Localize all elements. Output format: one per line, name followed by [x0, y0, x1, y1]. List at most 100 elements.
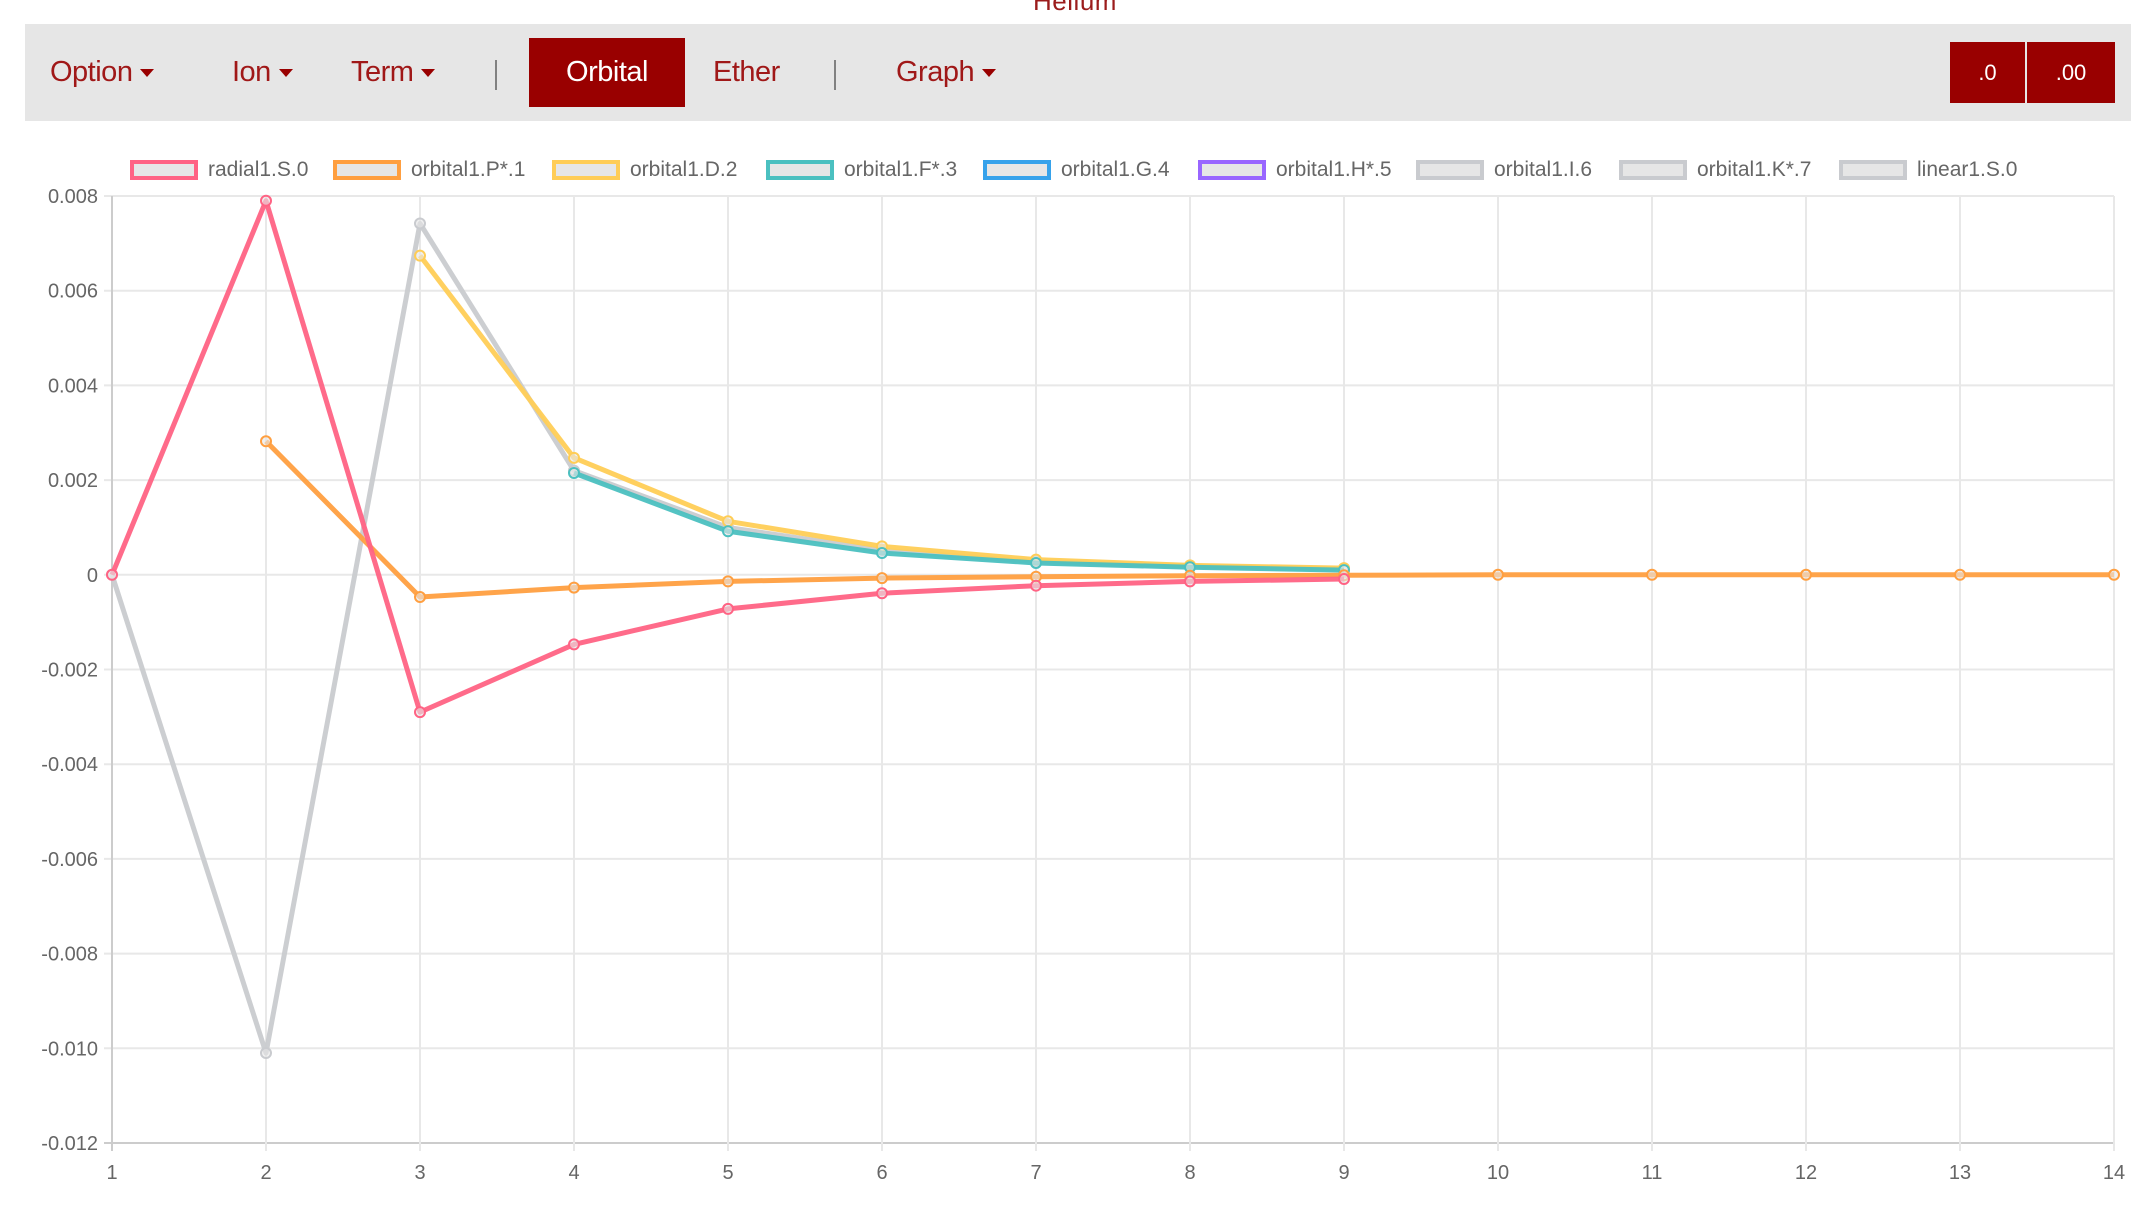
- nav-term-dropdown[interactable]: Term: [351, 38, 436, 107]
- x-tick-label: 5: [722, 1162, 733, 1184]
- legend-swatch: [766, 160, 834, 180]
- y-tick-label: -0.002: [41, 660, 98, 682]
- y-tick-label: 0: [87, 565, 98, 587]
- legend-swatch: [1619, 160, 1687, 180]
- legend-swatch: [552, 160, 620, 180]
- y-tick-label: -0.012: [41, 1133, 98, 1155]
- series-orbital1-d-2: [414, 249, 1350, 575]
- x-tick-label: 13: [1949, 1162, 1971, 1184]
- x-tick-label: 11: [1642, 1162, 1663, 1184]
- series-line: [418, 254, 1345, 571]
- y-tick-label: 0.008: [48, 186, 98, 208]
- series-lines: [106, 194, 2120, 1060]
- data-point: [568, 464, 580, 477]
- data-point: [1030, 579, 1042, 592]
- legend-label: orbital1.P*.1: [411, 158, 526, 181]
- legend-swatch: [1198, 160, 1266, 180]
- data-point: [414, 591, 426, 604]
- x-tick-label: 14: [2103, 1162, 2125, 1184]
- data-point: [1030, 556, 1042, 569]
- y-tick-label: -0.008: [41, 944, 98, 966]
- series-line: [109, 198, 1345, 715]
- legend-item[interactable]: orbital1.F*.3: [766, 155, 957, 185]
- data-point: [568, 638, 580, 651]
- series-line: [573, 470, 1345, 573]
- series-orbital1-f-3: [568, 466, 1350, 577]
- series-linear1-s-0: [106, 217, 1350, 1060]
- series-orbital1-p-1: [260, 435, 2120, 604]
- data-point: [1030, 553, 1042, 566]
- nav-ion-dropdown[interactable]: Ion: [232, 38, 293, 107]
- legend-item[interactable]: orbital1.P*.1: [333, 155, 525, 185]
- series-radial1-s-0: [106, 194, 1350, 719]
- data-point: [1184, 575, 1196, 588]
- caret-down-icon: [140, 69, 155, 78]
- data-point: [2108, 568, 2120, 581]
- legend-item[interactable]: linear1.S.0: [1839, 155, 2017, 185]
- data-point: [1338, 562, 1350, 575]
- page-title: Helium: [1033, 0, 1117, 16]
- nav-graph-dropdown[interactable]: Graph: [896, 38, 997, 107]
- legend-item[interactable]: orbital1.I.6: [1416, 155, 1592, 185]
- data-point: [414, 217, 426, 230]
- x-tick-label: 2: [260, 1162, 271, 1184]
- x-axis-ticks: 1 2 3 4 5 6 7 8 9 10 11 12 13 14: [106, 1162, 2125, 1184]
- y-tick-label: 0.006: [48, 281, 98, 303]
- nav-separator: [834, 60, 836, 90]
- legend-label: orbital1.G.4: [1061, 158, 1170, 181]
- precision-1-button[interactable]: .0: [1950, 42, 2025, 103]
- y-tick-label: -0.010: [41, 1038, 98, 1060]
- legend-label: radial1.S.0: [208, 158, 309, 181]
- nav-option-dropdown[interactable]: Option: [50, 38, 155, 107]
- data-point: [568, 581, 580, 594]
- data-point: [876, 544, 888, 557]
- x-tick-label: 10: [1487, 1162, 1509, 1184]
- legend-item[interactable]: orbital1.D.2: [552, 155, 737, 185]
- x-tick-label: 8: [1184, 1162, 1195, 1184]
- data-point: [106, 568, 118, 581]
- legend-item[interactable]: orbital1.G.4: [983, 155, 1170, 185]
- x-tick-label: 6: [876, 1162, 887, 1184]
- data-point: [876, 572, 888, 585]
- legend-label: orbital1.D.2: [630, 158, 738, 181]
- x-tick-label: 12: [1795, 1162, 1817, 1184]
- legend-label: orbital1.K*.7: [1697, 158, 1812, 181]
- navbar: Option Ion Term Orbital Ether Graph .0 .…: [25, 24, 2131, 121]
- nav-orbital-tab[interactable]: Orbital: [529, 38, 685, 107]
- legend-item[interactable]: orbital1.H*.5: [1198, 155, 1392, 185]
- y-axis-ticks: 0.008 0.006 0.004 0.002 0 -0.002 -0.004 -0.006 -…: [41, 186, 98, 1155]
- data-point: [722, 521, 734, 534]
- legend-item[interactable]: radial1.S.0: [130, 155, 308, 185]
- data-point: [414, 706, 426, 719]
- data-point: [1030, 570, 1042, 583]
- data-point: [1646, 568, 1658, 581]
- nav-ether-tab[interactable]: Ether: [713, 38, 780, 107]
- y-tick-label: -0.006: [41, 849, 98, 871]
- chart-legend: radial1.S.0 orbital1.P*.1 orbital1.D.2 orbi…: [0, 155, 2150, 185]
- data-point: [1954, 568, 1966, 581]
- nav-option-label: Option: [50, 56, 133, 88]
- caret-down-icon: [982, 69, 997, 78]
- x-tick-label: 7: [1030, 1162, 1041, 1184]
- y-tick-label: 0.002: [48, 470, 98, 492]
- legend-swatch: [1416, 160, 1484, 180]
- data-point: [722, 602, 734, 615]
- data-point: [722, 515, 734, 528]
- legend-swatch: [1839, 160, 1907, 180]
- legend-swatch: [130, 160, 198, 180]
- legend-swatch: [333, 160, 401, 180]
- data-point: [1184, 561, 1196, 574]
- legend-item[interactable]: orbital1.K*.7: [1619, 155, 1811, 185]
- data-point: [106, 568, 118, 581]
- legend-swatch: [983, 160, 1051, 180]
- nav-graph-label: Graph: [896, 56, 975, 88]
- nav-ether-label: Ether: [713, 56, 780, 88]
- precision-2-button[interactable]: .00: [2027, 42, 2115, 103]
- nav-orbital-label: Orbital: [566, 56, 648, 88]
- data-point: [568, 466, 580, 479]
- data-point: [1338, 569, 1350, 582]
- data-point: [260, 435, 272, 448]
- series-line: [264, 439, 2114, 600]
- data-point: [1030, 555, 1042, 568]
- data-point: [1338, 563, 1350, 576]
